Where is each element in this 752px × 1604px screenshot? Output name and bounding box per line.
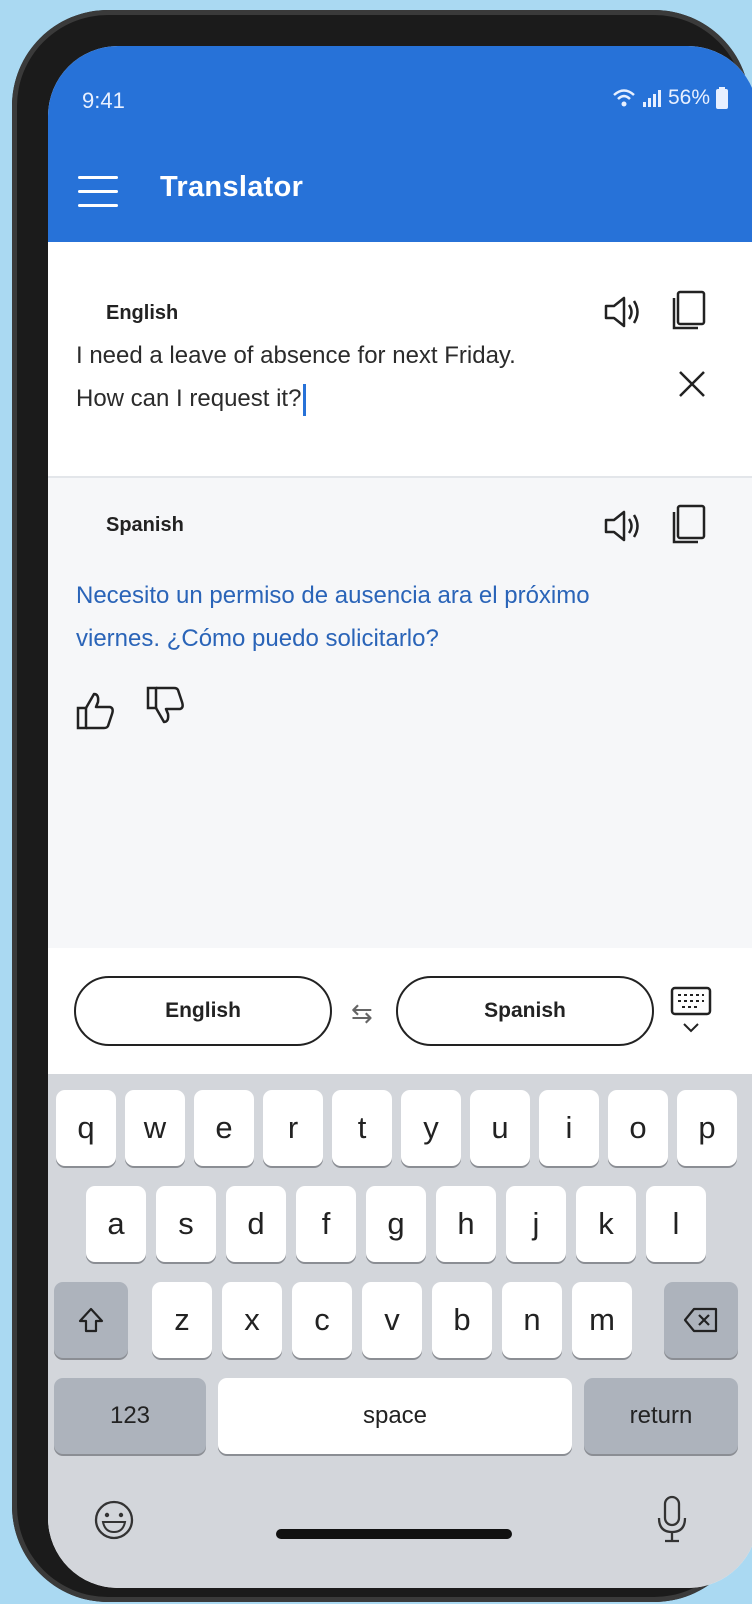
source-panel: English I need a leave of absence for ne… — [48, 242, 752, 476]
key-n[interactable]: n — [502, 1282, 562, 1358]
thumbs-up-icon[interactable] — [74, 688, 118, 732]
signal-icon — [642, 90, 661, 107]
source-text-line1: I need a leave of absence for next Frida… — [76, 342, 516, 369]
space-key[interactable]: space — [218, 1378, 572, 1454]
key-f[interactable]: f — [296, 1186, 356, 1262]
key-s[interactable]: s — [156, 1186, 216, 1262]
key-b[interactable]: b — [432, 1282, 492, 1358]
source-text-line2: How can I request it? — [76, 385, 302, 412]
key-r[interactable]: r — [263, 1090, 323, 1166]
key-j[interactable]: j — [506, 1186, 566, 1262]
keyboard-toggle-icon[interactable] — [670, 986, 712, 1038]
text-cursor — [303, 383, 307, 416]
wifi-icon — [613, 89, 635, 107]
source-language-button[interactable]: English — [74, 976, 332, 1046]
app-title: Translator — [160, 171, 304, 203]
key-x[interactable]: x — [222, 1282, 282, 1358]
microphone-icon[interactable] — [654, 1494, 690, 1546]
backspace-icon — [683, 1307, 718, 1333]
key-a[interactable]: a — [86, 1186, 146, 1262]
target-language-label: Spanish — [106, 514, 184, 536]
shift-icon — [78, 1307, 104, 1333]
key-e[interactable]: e — [194, 1090, 254, 1166]
key-t[interactable]: t — [332, 1090, 392, 1166]
key-c[interactable]: c — [292, 1282, 352, 1358]
speaker-icon[interactable] — [600, 504, 644, 548]
key-w[interactable]: w — [125, 1090, 185, 1166]
key-p[interactable]: p — [677, 1090, 737, 1166]
translation-line2: viernes. ¿Cómo puedo solicitarlo? — [76, 625, 439, 652]
battery-percent: 56% — [667, 86, 710, 109]
source-language-label: English — [106, 302, 179, 324]
shift-key[interactable] — [54, 1282, 128, 1358]
key-l[interactable]: l — [646, 1186, 706, 1262]
key-z[interactable]: z — [152, 1282, 212, 1358]
swap-languages-icon[interactable]: ⇆ — [351, 998, 373, 1029]
target-language-button[interactable]: Spanish — [396, 976, 654, 1046]
status-icons: 56% — [612, 86, 728, 110]
key-d[interactable]: d — [226, 1186, 286, 1262]
key-o[interactable]: o — [608, 1090, 668, 1166]
phone-frame: 9:41 56% Translator English I need a lea… — [12, 10, 752, 1602]
key-m[interactable]: m — [572, 1282, 632, 1358]
battery-icon — [716, 87, 728, 109]
source-text-input[interactable]: I need a leave of absence for next Frida… — [76, 334, 636, 420]
key-u[interactable]: u — [470, 1090, 530, 1166]
key-h[interactable]: h — [436, 1186, 496, 1262]
backspace-key[interactable] — [664, 1282, 738, 1358]
emoji-icon[interactable] — [92, 1498, 136, 1542]
language-selector-bar: English ⇆ Spanish — [48, 948, 752, 1074]
hamburger-menu-icon[interactable] — [78, 176, 118, 210]
clear-text-icon[interactable] — [670, 362, 714, 406]
translation-panel: Spanish Necesito un permiso de ausencia … — [48, 478, 752, 948]
speaker-icon[interactable] — [600, 290, 644, 334]
key-g[interactable]: g — [366, 1186, 426, 1262]
key-y[interactable]: y — [401, 1090, 461, 1166]
numbers-key[interactable]: 123 — [54, 1378, 206, 1454]
app-bar: 9:41 56% Translator — [48, 46, 752, 242]
keyboard: q w e r t y u i o p a s d f g h j k l z … — [48, 1074, 752, 1588]
copy-icon[interactable] — [668, 502, 712, 546]
key-v[interactable]: v — [362, 1282, 422, 1358]
thumbs-down-icon[interactable] — [144, 684, 188, 728]
screen: 9:41 56% Translator English I need a lea… — [48, 46, 752, 1588]
status-time: 9:41 — [82, 88, 125, 113]
key-i[interactable]: i — [539, 1090, 599, 1166]
copy-icon[interactable] — [668, 288, 712, 332]
translation-text: Necesito un permiso de ausencia ara el p… — [76, 574, 716, 660]
key-k[interactable]: k — [576, 1186, 636, 1262]
home-indicator — [276, 1529, 512, 1539]
return-key[interactable]: return — [584, 1378, 738, 1454]
translation-line1: Necesito un permiso de ausencia ara el p… — [76, 582, 590, 609]
key-q[interactable]: q — [56, 1090, 116, 1166]
